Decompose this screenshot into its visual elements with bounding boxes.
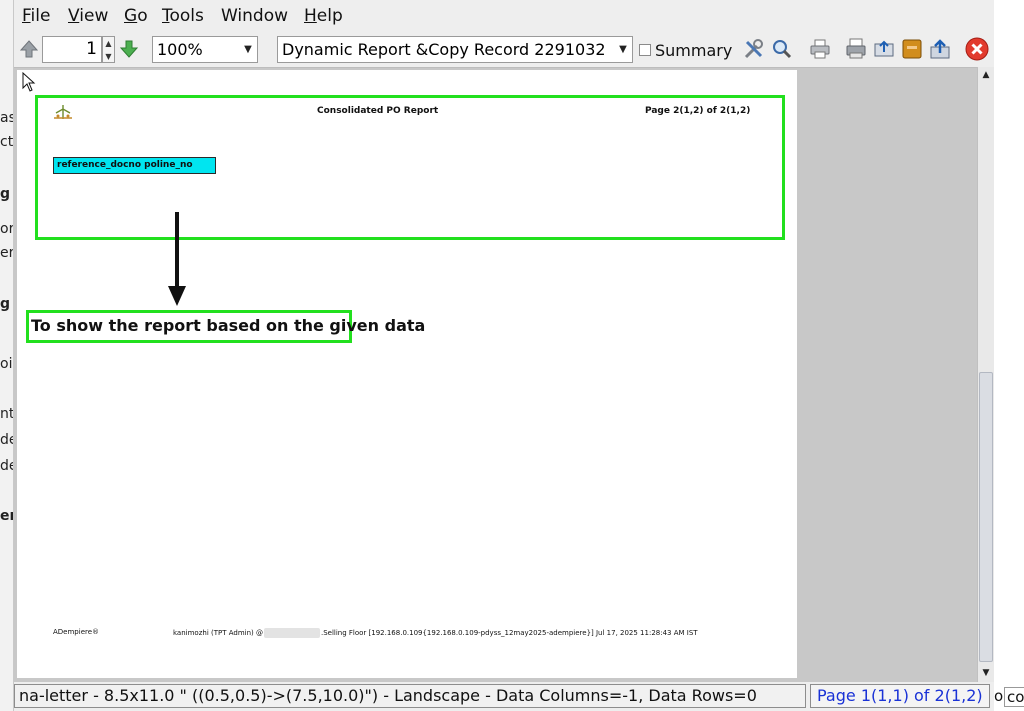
background-text: er — [0, 508, 13, 524]
chevron-down-icon[interactable]: ▼ — [239, 37, 257, 62]
mail-send-icon — [874, 40, 894, 57]
arrow-down-annotation-icon — [168, 212, 186, 306]
summary-label: Summary — [655, 40, 733, 60]
scroll-up-icon[interactable]: ▲ — [978, 68, 994, 82]
previous-page-button[interactable] — [16, 36, 42, 62]
printer-export-icon — [846, 38, 866, 59]
status-bar: na-letter - 8.5x11.0 " ((0.5,0.5)->(7.5,… — [14, 682, 994, 711]
adempiere-logo-icon — [54, 105, 72, 119]
background-text: g — [0, 296, 11, 312]
menu-tools[interactable]: Tools — [162, 6, 204, 26]
report-page-indicator: Page 2(1,2) of 2(1,2) — [645, 106, 751, 116]
export-icon — [930, 39, 950, 59]
menu-file-mnemonic: F — [22, 6, 31, 26]
archive-button[interactable] — [899, 36, 925, 62]
spin-up-icon[interactable]: ▲ — [103, 37, 114, 50]
report-title: Consolidated PO Report — [317, 106, 439, 116]
next-page-button[interactable] — [116, 36, 142, 62]
page-number-spinner[interactable]: ▲ ▼ — [102, 36, 115, 63]
menu-help[interactable]: Help — [304, 6, 343, 26]
zoom-value: 100% — [157, 40, 203, 59]
background-text: or — [0, 221, 14, 237]
background-text: as — [0, 110, 13, 126]
menu-view[interactable]: View — [68, 6, 108, 26]
report-footer-info: kanimozhi (TPT Admin) @ .Selling Floor [1… — [173, 628, 698, 638]
menu-view-mnemonic: V — [68, 6, 80, 26]
background-text: oi — [0, 356, 13, 372]
background-text: ct — [0, 134, 14, 150]
menu-help-label: elp — [316, 6, 343, 26]
background-text: o — [994, 687, 1004, 705]
background-text: g — [0, 186, 11, 202]
spin-down-icon[interactable]: ▼ — [103, 50, 114, 63]
page-format-info: na-letter - 8.5x11.0 " ((0.5,0.5)->(7.5,… — [14, 684, 806, 708]
menu-view-label: iew — [79, 6, 109, 26]
magnifier-icon — [773, 40, 792, 59]
report-viewer-window: File View Go Tools Window Help 1 ▲ ▼ 100… — [14, 0, 994, 711]
chevron-down-icon[interactable]: ▼ — [614, 37, 632, 62]
report-select-value: Dynamic Report &Copy Record 2291032 — [282, 40, 606, 59]
archive-icon — [902, 39, 922, 59]
arrow-down-icon — [119, 40, 139, 58]
footer-details: .Selling Floor [192.168.0.109{192.168.0.… — [320, 629, 698, 637]
annotation-note: To show the report based on the given da… — [31, 316, 426, 335]
scroll-down-icon[interactable]: ▼ — [978, 666, 994, 680]
printer-icon — [810, 39, 830, 59]
redacted-block — [263, 628, 320, 638]
close-button[interactable] — [964, 36, 990, 62]
footer-user: kanimozhi (TPT Admin) @ — [173, 629, 263, 637]
menu-file[interactable]: File — [22, 6, 50, 26]
menu-go[interactable]: Go — [124, 6, 148, 26]
background-text: de — [0, 432, 13, 448]
report-footer-brand: ADempiere® — [53, 628, 100, 636]
summary-checkbox[interactable]: Summary — [639, 39, 732, 61]
report-select[interactable]: Dynamic Report &Copy Record 2291032 ▼ — [277, 36, 633, 63]
toolbar: 1 ▲ ▼ 100% ▼ Dynamic Report &Copy Record… — [14, 33, 994, 67]
find-button[interactable] — [769, 36, 795, 62]
report-page: Consolidated PO Report Page 2(1,2) of 2(… — [17, 70, 797, 678]
mouse-cursor-icon — [22, 72, 36, 92]
print-button[interactable] — [807, 36, 833, 62]
tools-icon — [744, 39, 763, 59]
page-number-input[interactable]: 1 — [42, 36, 102, 63]
background-text: nt — [0, 406, 14, 422]
vertical-scrollbar[interactable]: ▲ ▼ — [977, 67, 994, 682]
scrollbar-thumb[interactable] — [979, 372, 993, 662]
menu-go-mnemonic: G — [124, 6, 138, 26]
arrow-up-icon — [19, 40, 39, 58]
export-button[interactable] — [927, 36, 953, 62]
menu-go-label: o — [137, 6, 148, 26]
background-window-right: o co — [994, 0, 1024, 711]
report-canvas[interactable]: Consolidated PO Report Page 2(1,2) of 2(… — [14, 67, 977, 682]
menu-file-label: ile — [30, 6, 51, 26]
menu-tools-label: ools — [169, 6, 204, 26]
background-text: er — [0, 245, 14, 261]
close-icon — [965, 37, 989, 61]
print-preview-button[interactable] — [843, 36, 869, 62]
menu-bar: File View Go Tools Window Help — [14, 0, 994, 33]
send-mail-button[interactable] — [871, 36, 897, 62]
background-text: co — [1004, 687, 1024, 707]
menu-window[interactable]: Window — [221, 6, 288, 26]
menu-tools-mnemonic: T — [162, 6, 170, 26]
report-column-header: reference_docno poline_no — [53, 157, 216, 174]
page-position-info: Page 1(1,1) of 2(1,2) — [810, 684, 990, 708]
checkbox-box[interactable] — [639, 44, 651, 56]
menu-help-mnemonic: H — [304, 6, 317, 26]
background-window: as ct g or er g oi nt de de er — [0, 0, 14, 711]
background-text: de — [0, 458, 13, 474]
customize-report-button[interactable] — [741, 36, 767, 62]
zoom-select[interactable]: 100% ▼ — [152, 36, 258, 63]
